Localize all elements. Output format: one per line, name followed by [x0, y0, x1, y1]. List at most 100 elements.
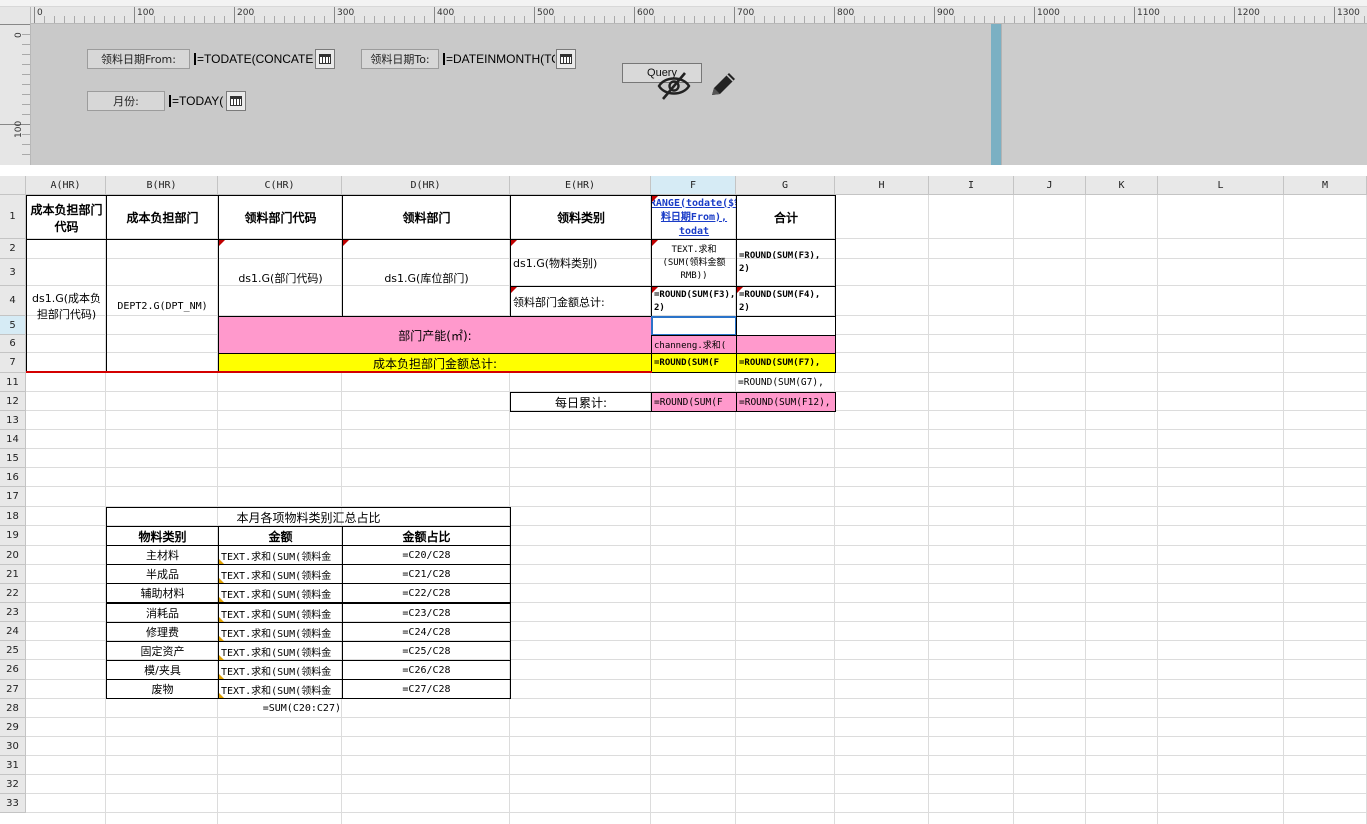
summary-ratio-cell[interactable]: =C21/C28	[342, 564, 511, 584]
summary-amount-cell[interactable]: TEXT.求和(SUM(领料金	[218, 583, 343, 603]
row-header[interactable]: 13	[0, 411, 26, 430]
row-header[interactable]: 14	[0, 430, 26, 449]
from-date-picker-button[interactable]	[315, 49, 335, 69]
summary-ratio-cell[interactable]: =C20/C28	[342, 545, 511, 565]
column-header[interactable]: B(HR)	[106, 176, 218, 195]
cell-f12[interactable]: =ROUND(SUM(F	[651, 392, 737, 412]
cell-b1[interactable]: 成本负担部门	[106, 195, 219, 240]
cell-c5[interactable]: 部门产能(㎡):	[218, 316, 652, 354]
summary-header-category[interactable]: 物料类别	[106, 526, 219, 546]
column-header[interactable]: G	[736, 176, 835, 195]
row-header[interactable]: 3	[0, 259, 26, 286]
summary-ratio-cell[interactable]: =C23/C28	[342, 603, 511, 623]
summary-category-cell[interactable]: 消耗品	[106, 603, 219, 623]
cell-g5[interactable]	[736, 316, 836, 336]
row-header[interactable]: 5	[0, 316, 26, 335]
summary-total[interactable]: =SUM(C20:C27)	[218, 699, 343, 718]
summary-category-cell[interactable]: 辅助材料	[106, 583, 219, 603]
summary-header-ratio[interactable]: 金额占比	[342, 526, 511, 546]
cell-g12[interactable]: =ROUND(SUM(F12),	[736, 392, 836, 412]
summary-title[interactable]: 本月各项物料类别汇总占比	[106, 507, 511, 527]
row-header[interactable]: 15	[0, 449, 26, 468]
eye-slash-icon[interactable]	[656, 70, 692, 102]
column-header[interactable]: E(HR)	[510, 176, 651, 195]
column-header[interactable]: A(HR)	[26, 176, 106, 195]
summary-category-cell[interactable]: 主材料	[106, 545, 219, 565]
row-header[interactable]: 25	[0, 641, 26, 660]
summary-category-cell[interactable]: 废物	[106, 679, 219, 699]
summary-ratio-cell[interactable]: =C26/C28	[342, 660, 511, 680]
row-header[interactable]: 19	[0, 526, 26, 546]
summary-amount-cell[interactable]: TEXT.求和(SUM(领料金	[218, 679, 343, 699]
summary-category-cell[interactable]: 固定资产	[106, 641, 219, 661]
cell-g2[interactable]: =ROUND(SUM(F3), 2)	[736, 239, 836, 287]
column-header[interactable]: H	[835, 176, 929, 195]
column-header[interactable]: J	[1014, 176, 1086, 195]
cell-d2[interactable]: ds1.G(库位部门)	[342, 239, 511, 317]
month-input[interactable]: =TODAY(	[169, 91, 225, 111]
pencil-icon[interactable]	[706, 68, 740, 102]
row-header[interactable]: 24	[0, 622, 26, 641]
summary-amount-cell[interactable]: TEXT.求和(SUM(领料金	[218, 564, 343, 584]
row-header[interactable]: 32	[0, 775, 26, 794]
cell-f4[interactable]: =ROUND(SUM(F3), 2)	[651, 286, 737, 317]
cell-f1[interactable]: =RANGE(todate($领料日期From), todat	[651, 195, 737, 240]
column-header[interactable]: D(HR)	[342, 176, 510, 195]
column-header[interactable]: M	[1284, 176, 1367, 195]
cell-e1[interactable]: 领料类别	[510, 195, 652, 240]
cell-g4[interactable]: =ROUND(SUM(F4), 2)	[736, 286, 836, 317]
cell-g6[interactable]	[736, 335, 836, 354]
row-header[interactable]: 18	[0, 507, 26, 526]
cell-g7[interactable]: =ROUND(SUM(F7),	[736, 353, 836, 373]
summary-category-cell[interactable]: 半成品	[106, 564, 219, 584]
row-header[interactable]: 16	[0, 468, 26, 487]
cell-f2[interactable]: TEXT.求和(SUM(领料金额RMB))	[651, 239, 737, 287]
cell-e12[interactable]: 每日累计:	[510, 392, 652, 412]
summary-ratio-cell[interactable]: =C22/C28	[342, 583, 511, 603]
row-header[interactable]: 22	[0, 584, 26, 603]
cell-f5-selected[interactable]	[651, 316, 737, 336]
row-header[interactable]: 12	[0, 392, 26, 411]
summary-header-amount[interactable]: 金额	[218, 526, 343, 546]
row-header[interactable]: 28	[0, 699, 26, 718]
month-picker-button[interactable]	[226, 91, 246, 111]
row-header[interactable]: 17	[0, 487, 26, 507]
row-header[interactable]: 4	[0, 286, 26, 316]
summary-ratio-cell[interactable]: =C25/C28	[342, 641, 511, 661]
summary-category-cell[interactable]: 模/夹具	[106, 660, 219, 680]
row-header[interactable]: 21	[0, 565, 26, 584]
cell-g11[interactable]: =ROUND(SUM(G7),	[736, 373, 836, 392]
panel-boundary-handle[interactable]	[991, 24, 1001, 165]
cell-f6[interactable]: channeng.求和(	[651, 335, 737, 354]
cell-a1[interactable]: 成本负担部门代码	[26, 195, 107, 240]
cell-a2[interactable]: ds1.G(成本负担部门代码)	[26, 239, 107, 373]
summary-amount-cell[interactable]: TEXT.求和(SUM(领料金	[218, 660, 343, 680]
row-header[interactable]: 20	[0, 546, 26, 565]
column-header[interactable]: C(HR)	[218, 176, 342, 195]
cell-b2[interactable]: DEPT2.G(DPT_NM)	[106, 239, 219, 373]
cell-e4[interactable]: 领料部门金额总计:	[510, 286, 652, 317]
row-header[interactable]: 31	[0, 756, 26, 775]
summary-amount-cell[interactable]: TEXT.求和(SUM(领料金	[218, 622, 343, 642]
row-header[interactable]: 26	[0, 660, 26, 680]
summary-amount-cell[interactable]: TEXT.求和(SUM(领料金	[218, 603, 343, 623]
row-header[interactable]: 33	[0, 794, 26, 813]
summary-amount-cell[interactable]: TEXT.求和(SUM(领料金	[218, 641, 343, 661]
cell-c1[interactable]: 领料部门代码	[218, 195, 343, 240]
to-date-picker-button[interactable]	[556, 49, 576, 69]
column-header[interactable]: L	[1158, 176, 1284, 195]
row-header[interactable]: 2	[0, 239, 26, 259]
to-date-input[interactable]: =DATEINMONTH(TO	[443, 49, 555, 69]
summary-category-cell[interactable]: 修理费	[106, 622, 219, 642]
summary-ratio-cell[interactable]: =C24/C28	[342, 622, 511, 642]
row-header[interactable]: 23	[0, 603, 26, 622]
cell-f7[interactable]: =ROUND(SUM(F	[651, 353, 737, 373]
row-header[interactable]: 6	[0, 335, 26, 353]
cell-c7[interactable]: 成本负担部门金额总计:	[218, 353, 652, 373]
row-header[interactable]: 1	[0, 195, 26, 239]
select-all-corner[interactable]	[0, 176, 26, 195]
row-header[interactable]: 11	[0, 373, 26, 392]
row-header[interactable]: 27	[0, 680, 26, 699]
from-date-input[interactable]: =TODATE(CONCATE	[194, 49, 314, 69]
cell-g1[interactable]: 合计	[736, 195, 836, 240]
